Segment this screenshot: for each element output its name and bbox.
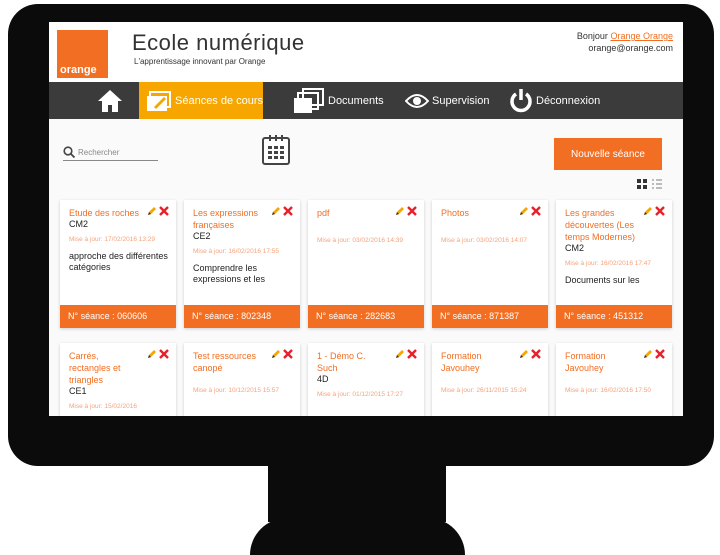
eye-icon [405, 93, 429, 108]
delete-icon[interactable] [407, 349, 417, 359]
card-session-number: N° séance : 802348 [184, 305, 300, 328]
card-date: Mise à jour: 16/02/2016 17:47 [565, 260, 652, 267]
delete-icon[interactable] [531, 349, 541, 359]
card-date: Mise à jour: 26/11/2015 15:24 [441, 387, 527, 394]
card-date: Mise à jour: 17/02/2016 13:29 [69, 236, 156, 243]
card-session-number: N° séance : 871387 [432, 305, 548, 328]
card-title: Test ressources canopé [193, 351, 257, 373]
session-card[interactable]: Les grandes découvertes (Les temps Moder… [556, 200, 672, 328]
nav-label: Supervision [432, 94, 490, 107]
edit-icon[interactable] [271, 349, 281, 359]
card-date: Mise à jour: 03/02/2016 14:39 [317, 237, 404, 244]
user-greeting: Bonjour Orange Orange orange@orange.com [577, 30, 673, 54]
card-title: Photos [441, 208, 470, 218]
nav-label: Documents [328, 94, 384, 107]
session-card[interactable]: Les expressions françaises CE2 Mise à jo… [184, 200, 300, 328]
grid-view-icon[interactable] [637, 179, 647, 189]
edit-icon[interactable] [395, 206, 405, 216]
power-icon [510, 88, 532, 112]
session-card[interactable]: Test ressources canopé Mise à jour: 10/1… [184, 343, 300, 416]
card-level: CE1 [69, 386, 87, 396]
delete-icon[interactable] [531, 206, 541, 216]
card-title: Les expressions françaises [193, 208, 259, 230]
app-title: Ecole numérique [132, 30, 305, 55]
card-title: Formation Javouhey [565, 351, 606, 373]
session-card[interactable]: 1 - Démo C. Such 4D Mise à jour: 01/12/2… [308, 343, 424, 416]
delete-icon[interactable] [159, 349, 169, 359]
screen: orange Ecole numérique L'apprentissage i… [49, 22, 683, 416]
nav-home[interactable] [94, 82, 126, 119]
session-card[interactable]: Photos Mise à jour: 03/02/2016 14:07 N° … [432, 200, 548, 328]
card-date: Mise à jour: 01/12/2015 17:27 [317, 391, 404, 398]
user-name-link[interactable]: Orange Orange [610, 31, 673, 41]
card-title: Etude des roches [69, 208, 140, 218]
card-title: Les grandes découvertes (Les temps Moder… [565, 208, 636, 242]
session-card[interactable]: Etude des roches CM2 Mise à jour: 17/02/… [60, 200, 176, 328]
edit-icon[interactable] [147, 349, 157, 359]
card-date: Mise à jour: 10/12/2015 15:57 [193, 387, 280, 394]
edit-icon[interactable] [147, 206, 157, 216]
main-nav: Séances de cours Documents Supervision D… [49, 82, 683, 119]
card-level: 4D [317, 374, 329, 384]
header: orange Ecole numérique L'apprentissage i… [49, 22, 683, 82]
monitor-stand [268, 466, 446, 522]
card-level: CE2 [193, 231, 211, 241]
edit-icon[interactable] [395, 349, 405, 359]
card-title: pdf [317, 208, 330, 218]
nav-item-deconnexion[interactable]: Déconnexion [509, 82, 600, 119]
nav-item-seances[interactable]: Séances de cours [146, 82, 263, 119]
monitor-base [250, 518, 465, 555]
calendar-icon[interactable] [261, 134, 291, 171]
card-title: Carrés, rectangles et triangles [69, 351, 121, 385]
edit-icon[interactable] [519, 206, 529, 216]
edit-icon[interactable] [643, 349, 653, 359]
delete-icon[interactable] [407, 206, 417, 216]
delete-icon[interactable] [655, 206, 665, 216]
session-card[interactable]: Carrés, rectangles et triangles CE1 Mise… [60, 343, 176, 416]
card-title: Formation Javouhey [441, 351, 482, 373]
card-description: Documents sur les [565, 275, 640, 285]
nav-label: Déconnexion [536, 94, 601, 107]
nav-item-supervision[interactable]: Supervision [405, 82, 489, 119]
nav-label: Séances de cours [175, 94, 264, 107]
orange-logo[interactable]: orange [57, 30, 108, 78]
new-session-button[interactable]: Nouvelle séance [554, 138, 662, 170]
logo-text: orange [60, 64, 97, 76]
search-icon [63, 146, 75, 158]
session-card[interactable]: pdf Mise à jour: 03/02/2016 14:39 N° séa… [308, 200, 424, 328]
search-placeholder: Rechercher [78, 148, 120, 157]
edit-icon[interactable] [643, 206, 653, 216]
card-date: Mise à jour: 15/02/2016 [69, 403, 137, 410]
list-view-icon[interactable] [652, 179, 662, 189]
app-subtitle: L'apprentissage innovant par Orange [134, 57, 266, 66]
edit-icon[interactable] [271, 206, 281, 216]
card-description: approche des différentes catégories [69, 251, 168, 272]
delete-icon[interactable] [283, 349, 293, 359]
folder-pencil-icon [147, 90, 171, 111]
documents-icon [294, 87, 324, 113]
search-input[interactable]: Rechercher [63, 146, 158, 161]
card-date: Mise à jour: 03/02/2016 14:07 [441, 237, 528, 244]
home-icon [98, 90, 122, 112]
card-level: CM2 [565, 243, 585, 253]
session-cards: Etude des roches CM2 Mise à jour: 17/02/… [60, 200, 672, 416]
delete-icon[interactable] [283, 206, 293, 216]
nav-item-documents[interactable]: Documents [293, 82, 384, 119]
card-description: Comprendre les expressions et les [193, 263, 266, 284]
delete-icon[interactable] [159, 206, 169, 216]
delete-icon[interactable] [655, 349, 665, 359]
greeting-text: Bonjour [576, 31, 608, 41]
card-level: CM2 [69, 219, 89, 229]
session-card[interactable]: Formation Javouhey Mise à jour: 16/02/20… [556, 343, 672, 416]
card-session-number: N° séance : 282683 [308, 305, 424, 328]
card-session-number: N° séance : 060606 [60, 305, 176, 328]
edit-icon[interactable] [519, 349, 529, 359]
session-card[interactable]: Formation Javouhey Mise à jour: 26/11/20… [432, 343, 548, 416]
card-session-number: N° séance : 451312 [556, 305, 672, 328]
card-date: Mise à jour: 16/02/2016 17:55 [193, 248, 280, 255]
card-date: Mise à jour: 16/02/2016 17:50 [565, 387, 652, 394]
user-email: orange@orange.com [588, 43, 673, 53]
card-title: 1 - Démo C. Such [317, 351, 366, 373]
